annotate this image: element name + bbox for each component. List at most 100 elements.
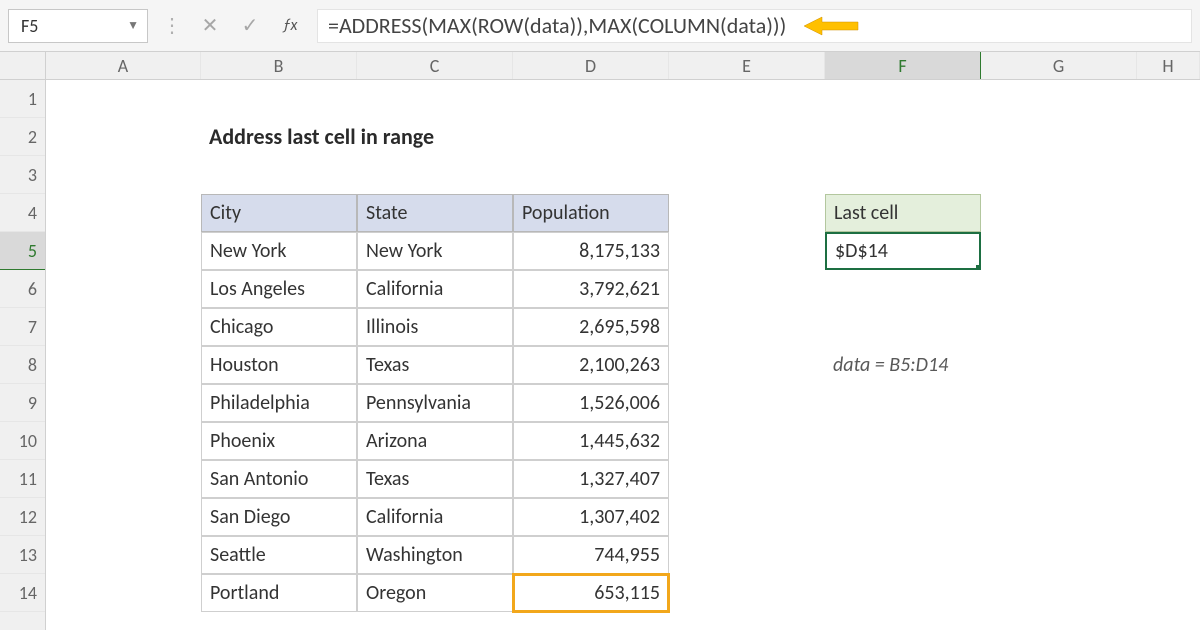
cell[interactable] (981, 498, 1137, 536)
cell[interactable] (1137, 384, 1200, 422)
row-header[interactable]: 11 (0, 460, 45, 498)
table-header-pop[interactable]: Population (513, 194, 669, 232)
table-cell-pop[interactable]: 2,695,598 (513, 308, 669, 346)
col-header[interactable]: G (981, 52, 1137, 79)
table-cell-pop[interactable]: 1,307,402 (513, 498, 669, 536)
cell[interactable] (1137, 270, 1200, 308)
row-header[interactable]: 2 (0, 118, 45, 156)
row-header[interactable]: 7 (0, 308, 45, 346)
accept-icon[interactable]: ✓ (237, 13, 263, 39)
range-note[interactable]: data = B5:D14 (825, 346, 981, 384)
cell[interactable] (46, 422, 201, 460)
row-header[interactable]: 10 (0, 422, 45, 460)
result-header[interactable]: Last cell (825, 194, 981, 232)
col-header[interactable]: A (46, 52, 201, 79)
row-header[interactable]: 14 (0, 574, 45, 612)
cell[interactable] (1137, 574, 1200, 612)
cell[interactable] (981, 156, 1137, 194)
cell[interactable] (825, 156, 981, 194)
formula-input[interactable]: =ADDRESS(MAX(ROW(data)),MAX(COLUMN(data)… (317, 9, 1192, 43)
cell[interactable] (669, 308, 825, 346)
cell[interactable] (1137, 460, 1200, 498)
cell[interactable] (825, 308, 981, 346)
table-cell-city[interactable]: Houston (201, 346, 357, 384)
table-cell-pop[interactable]: 744,955 (513, 536, 669, 574)
table-cell-state[interactable]: Illinois (357, 308, 513, 346)
table-header-city[interactable]: City (201, 194, 357, 232)
table-cell-pop[interactable]: 3,792,621 (513, 270, 669, 308)
cell[interactable] (1137, 118, 1200, 156)
cell[interactable] (46, 80, 201, 118)
cell[interactable] (46, 194, 201, 232)
cell[interactable] (825, 118, 981, 156)
table-cell-state[interactable]: New York (357, 232, 513, 270)
cell[interactable] (981, 270, 1137, 308)
table-cell-pop-last[interactable]: 653,115 (513, 574, 669, 612)
cell[interactable] (981, 384, 1137, 422)
cell[interactable] (981, 232, 1137, 270)
row-header[interactable]: 1 (0, 80, 45, 118)
cell[interactable] (669, 270, 825, 308)
cell[interactable] (1137, 498, 1200, 536)
cell[interactable] (981, 536, 1137, 574)
table-header-state[interactable]: State (357, 194, 513, 232)
table-cell-city[interactable]: San Diego (201, 498, 357, 536)
cell[interactable] (46, 308, 201, 346)
table-cell-state[interactable]: Washington (357, 536, 513, 574)
cell[interactable] (981, 80, 1137, 118)
cell[interactable] (357, 80, 513, 118)
cell[interactable] (981, 574, 1137, 612)
cell[interactable] (46, 346, 201, 384)
col-header[interactable]: B (201, 52, 357, 79)
cell[interactable] (981, 194, 1137, 232)
cell[interactable] (669, 156, 825, 194)
table-cell-state[interactable]: Oregon (357, 574, 513, 612)
cell[interactable] (825, 422, 981, 460)
cell[interactable] (825, 536, 981, 574)
fill-handle[interactable] (976, 265, 981, 270)
table-cell-city[interactable]: Los Angeles (201, 270, 357, 308)
cell[interactable] (46, 574, 201, 612)
cell-grid[interactable]: Address last cell in range (46, 80, 1200, 612)
cell[interactable] (201, 80, 357, 118)
cell[interactable] (46, 498, 201, 536)
table-cell-pop[interactable]: 2,100,263 (513, 346, 669, 384)
cell[interactable] (46, 232, 201, 270)
cell[interactable] (1137, 194, 1200, 232)
active-cell[interactable]: $D$14 (825, 232, 981, 270)
table-cell-state[interactable]: Arizona (357, 422, 513, 460)
cell[interactable] (1137, 422, 1200, 460)
table-cell-city[interactable]: Phoenix (201, 422, 357, 460)
cell[interactable] (513, 118, 669, 156)
cell[interactable] (669, 346, 825, 384)
table-cell-city[interactable]: Portland (201, 574, 357, 612)
cell[interactable] (981, 118, 1137, 156)
cell[interactable] (46, 536, 201, 574)
cell[interactable] (201, 156, 357, 194)
table-cell-city[interactable]: Chicago (201, 308, 357, 346)
cell[interactable] (669, 118, 825, 156)
row-header[interactable]: 8 (0, 346, 45, 384)
table-cell-city[interactable]: New York (201, 232, 357, 270)
table-cell-city[interactable]: Philadelphia (201, 384, 357, 422)
row-header[interactable]: 5 (0, 232, 45, 270)
table-cell-pop[interactable]: 1,526,006 (513, 384, 669, 422)
cell[interactable] (825, 270, 981, 308)
cell[interactable] (825, 460, 981, 498)
cell[interactable] (46, 118, 201, 156)
cell[interactable] (669, 536, 825, 574)
cell[interactable] (513, 156, 669, 194)
table-cell-state[interactable]: Texas (357, 460, 513, 498)
cell[interactable] (1137, 232, 1200, 270)
row-header[interactable]: 4 (0, 194, 45, 232)
table-cell-city[interactable]: Seattle (201, 536, 357, 574)
cell[interactable] (825, 574, 981, 612)
table-cell-state[interactable]: California (357, 270, 513, 308)
col-header[interactable]: C (357, 52, 513, 79)
table-cell-pop[interactable]: 1,327,407 (513, 460, 669, 498)
table-cell-pop[interactable]: 1,445,632 (513, 422, 669, 460)
row-header[interactable]: 12 (0, 498, 45, 536)
cell[interactable] (357, 156, 513, 194)
cell[interactable] (513, 80, 669, 118)
fx-icon[interactable]: ƒx (277, 13, 303, 39)
